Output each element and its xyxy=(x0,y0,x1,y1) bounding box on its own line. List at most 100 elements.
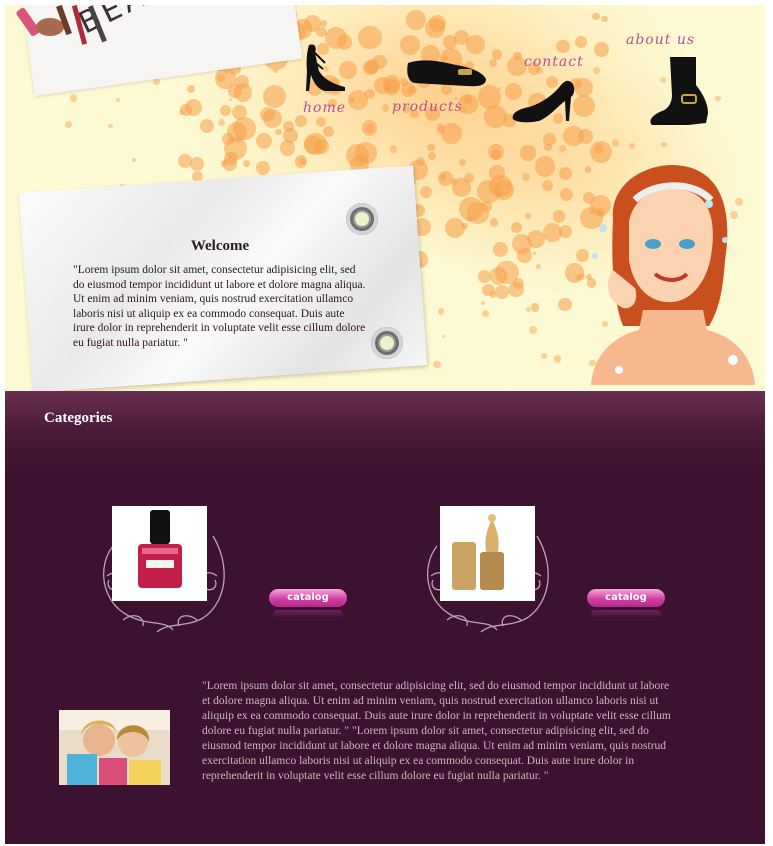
orange-dot xyxy=(381,104,390,112)
orange-dot xyxy=(433,360,441,368)
orange-dot xyxy=(541,180,553,192)
orange-dot xyxy=(259,106,275,123)
orange-dot xyxy=(542,132,556,146)
catalog-button-1[interactable]: catalog xyxy=(269,589,347,618)
orange-dot xyxy=(437,170,453,186)
orange-dot xyxy=(592,12,601,21)
orange-dot xyxy=(463,172,475,184)
shopping-girls-photo xyxy=(59,710,170,785)
orange-dot xyxy=(233,83,252,102)
orange-dot xyxy=(490,149,502,160)
nav-contact-link[interactable]: contact xyxy=(524,54,584,70)
orange-dot xyxy=(320,19,328,27)
orange-dot xyxy=(256,161,270,175)
nav-about-us-link[interactable]: about us xyxy=(626,32,695,48)
content-section: Categories catalog catalog "Lorem ipsum … xyxy=(5,391,765,844)
orange-dot xyxy=(190,157,205,172)
orange-dot xyxy=(594,42,609,57)
orange-dot xyxy=(478,270,491,283)
orange-dot xyxy=(256,132,273,149)
mary-jane-shoe-icon xyxy=(512,80,575,123)
orange-dot xyxy=(524,212,531,219)
nav-home-link[interactable]: home xyxy=(303,100,346,116)
orange-dot xyxy=(715,95,721,102)
orange-dot xyxy=(294,155,307,168)
orange-dot xyxy=(507,281,524,298)
orange-dot xyxy=(575,274,581,280)
orange-dot xyxy=(488,58,497,68)
orange-dot xyxy=(116,97,121,102)
orange-dot xyxy=(536,264,541,269)
orange-dot xyxy=(558,166,573,181)
orange-dot xyxy=(542,223,562,242)
orange-dot xyxy=(511,221,523,233)
woman-illustration xyxy=(591,164,755,385)
welcome-text: "Lorem ipsum dolor sit amet, consectetur… xyxy=(73,264,366,349)
orange-dot xyxy=(363,60,378,76)
grommet-bottom-icon xyxy=(371,327,403,359)
body-text: "Lorem ipsum dolor sit amet, consectetur… xyxy=(202,680,671,782)
orange-dot xyxy=(661,141,667,147)
orange-dot xyxy=(553,355,562,364)
orange-dot xyxy=(528,326,537,335)
orange-dot xyxy=(490,218,499,227)
orange-dot xyxy=(437,308,444,315)
orange-dot xyxy=(559,144,567,153)
orange-dot xyxy=(511,233,532,255)
nail-polish-icon[interactable] xyxy=(112,506,207,601)
orange-dot xyxy=(442,335,446,339)
orange-dot xyxy=(481,301,486,306)
catalog-button-2[interactable]: catalog xyxy=(587,589,665,618)
grommet-top-icon xyxy=(346,203,378,235)
orange-dot xyxy=(541,352,548,359)
orange-dot xyxy=(427,151,436,160)
orange-dot xyxy=(405,9,426,31)
orange-dot xyxy=(69,93,78,102)
orange-dot xyxy=(466,215,473,222)
orange-dot xyxy=(497,87,501,91)
orange-dot xyxy=(242,159,250,167)
orange-dot xyxy=(458,158,467,167)
orange-dot xyxy=(611,139,620,147)
orange-dot xyxy=(273,68,278,73)
orange-dot xyxy=(131,157,136,162)
orange-dot xyxy=(558,297,572,312)
perfume-bottle-icon[interactable] xyxy=(440,506,535,601)
orange-dot xyxy=(345,144,369,168)
orange-dot xyxy=(466,34,486,54)
orange-dot xyxy=(217,119,225,127)
nav-products-link[interactable]: products xyxy=(392,99,463,115)
makeup-brushes-icon xyxy=(16,5,107,45)
orange-dot xyxy=(601,16,608,23)
orange-dot xyxy=(275,128,283,136)
orange-dot xyxy=(444,217,465,238)
orange-dot xyxy=(400,34,421,55)
orange-dot xyxy=(428,14,446,32)
orange-dot xyxy=(179,108,185,115)
orange-dot xyxy=(493,179,514,200)
orange-dot xyxy=(186,84,195,93)
categories-title: Categories xyxy=(44,410,113,426)
orange-dot xyxy=(534,156,555,177)
welcome-title: Welcome xyxy=(190,238,250,254)
orange-dot xyxy=(364,89,375,100)
orange-dot xyxy=(629,142,636,149)
high-heel-shoe-icon xyxy=(306,44,345,91)
orange-dot xyxy=(552,210,566,223)
orange-dot xyxy=(304,132,327,156)
orange-dot xyxy=(358,25,382,50)
orange-dot xyxy=(315,117,326,128)
orange-dot xyxy=(228,97,233,102)
orange-dot xyxy=(64,121,73,129)
orange-dot xyxy=(199,118,214,133)
orange-dot xyxy=(489,266,508,285)
page: BEAUTY co. home products contact xyxy=(5,5,765,844)
orange-dot xyxy=(556,39,570,54)
orange-dot xyxy=(562,125,584,147)
flat-shoe-icon xyxy=(407,60,486,87)
orange-dot xyxy=(525,307,532,313)
orange-dot xyxy=(262,84,286,109)
orange-dot xyxy=(323,126,334,137)
header: BEAUTY co. home products contact xyxy=(5,5,765,391)
orange-dot xyxy=(520,145,536,161)
